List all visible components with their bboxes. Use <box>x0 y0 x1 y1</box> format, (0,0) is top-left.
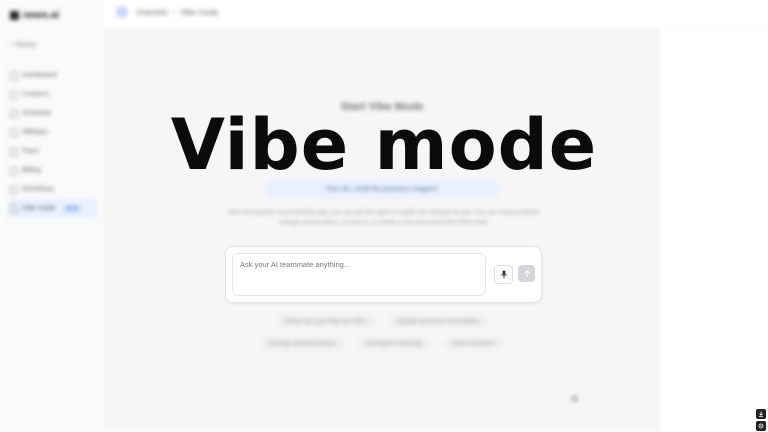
overlay-title: Vibe mode <box>170 104 598 186</box>
home-icon: ‹ <box>10 40 13 49</box>
chat-input[interactable] <box>232 253 486 296</box>
description-text: After choosing the recommended plan, you… <box>227 210 541 226</box>
microphone-icon <box>500 270 507 279</box>
mic-button[interactable] <box>494 265 513 284</box>
sidebar-item-label: Dashboard <box>22 72 57 79</box>
sidebar-item-label: Vibe mode <box>22 205 56 212</box>
vibe-icon <box>10 204 18 213</box>
logo-text: news.ai <box>23 10 60 21</box>
breadcrumb-root[interactable]: channels <box>136 8 168 17</box>
home-label: Home <box>14 40 37 49</box>
app-logo[interactable]: news.ai <box>10 10 59 21</box>
background-app: news.ai ‹ Home Dashboard Creators Schedu… <box>0 0 768 432</box>
sidebar-item-label: Creators <box>22 91 49 98</box>
suggestion-row-2: Change guiding phrase Configure reportin… <box>104 337 660 350</box>
sidebar-item-home[interactable]: ‹ Home <box>10 40 36 49</box>
dashboard-icon <box>10 71 18 80</box>
topbar: channels / Vibe mode <box>104 0 768 29</box>
suggestion-chip[interactable]: Change guiding phrase <box>260 337 344 350</box>
suggestion-row-1: What can you help me with? Update busine… <box>104 315 660 328</box>
sidebar-item-creators[interactable]: Creators <box>8 85 98 104</box>
sidebar: news.ai ‹ Home Dashboard Creators Schedu… <box>0 0 105 432</box>
suggestion-chip[interactable]: Show business <box>443 337 504 350</box>
settings-button[interactable] <box>756 421 766 431</box>
loading-icon <box>571 395 578 402</box>
chat-composer <box>225 246 542 303</box>
download-icon <box>759 411 763 417</box>
suggestion-chip[interactable]: What can you help me with? <box>276 315 375 328</box>
send-button[interactable] <box>518 265 535 282</box>
breadcrumb-separator: / <box>173 8 176 17</box>
logo-icon <box>10 11 19 20</box>
suggestion-chip[interactable]: Configure reporting <box>357 337 430 350</box>
main-panel: Start Vibe Mode How do I draft the previ… <box>104 29 660 432</box>
avatar[interactable] <box>116 6 128 18</box>
breadcrumb-current: Vibe mode <box>180 8 219 17</box>
sidebar-item-vibe-mode[interactable]: Vibe mode NEW <box>8 199 98 218</box>
suggestion-chip[interactable]: Update business information <box>388 315 488 328</box>
send-icon <box>523 269 530 277</box>
sidebar-item-label: Workflows <box>22 186 55 193</box>
creators-icon <box>10 90 18 99</box>
sidebar-item-dashboard[interactable]: Dashboard <box>8 66 98 85</box>
new-badge: NEW <box>63 204 82 213</box>
settings-icon <box>758 423 764 429</box>
breadcrumb: channels / Vibe mode <box>136 8 218 17</box>
download-button[interactable] <box>756 409 766 419</box>
